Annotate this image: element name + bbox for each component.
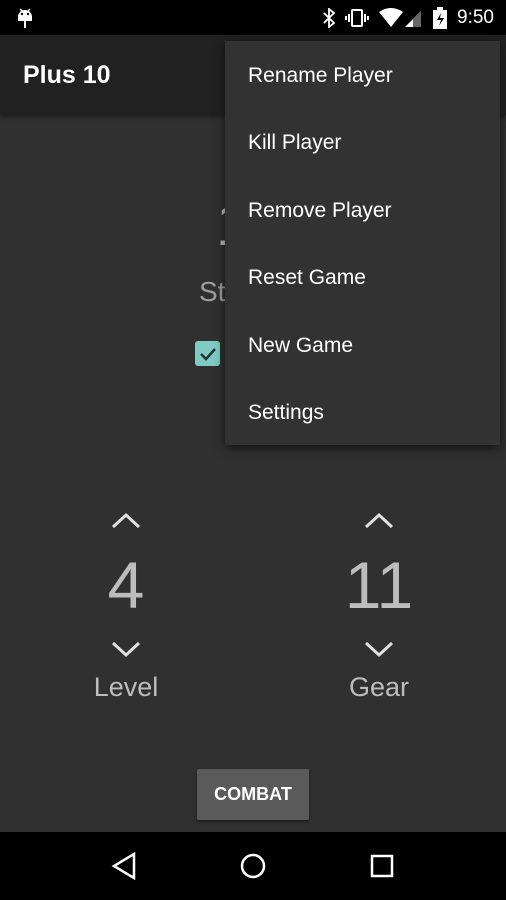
chevron-up-icon xyxy=(111,512,141,529)
gear-down-button[interactable] xyxy=(309,630,449,670)
app-title: Plus 10 xyxy=(23,61,111,89)
home-icon[interactable] xyxy=(239,852,267,880)
player-checkbox[interactable] xyxy=(195,341,220,366)
level-down-button[interactable] xyxy=(56,630,196,670)
back-icon[interactable] xyxy=(111,852,137,880)
menu-item-rename-player[interactable]: Rename Player xyxy=(225,42,500,109)
menu-item-remove-player[interactable]: Remove Player xyxy=(225,177,500,244)
checkmark-icon xyxy=(199,347,216,361)
gear-counter: 11 Gear xyxy=(309,500,449,703)
gear-value: 11 xyxy=(344,548,414,622)
wifi-icon xyxy=(379,7,422,27)
gear-up-button[interactable] xyxy=(309,500,449,540)
bluetooth-icon xyxy=(323,7,336,28)
chevron-up-icon xyxy=(364,512,394,529)
status-bar: 9:50 xyxy=(0,0,506,35)
menu-item-reset-game[interactable]: Reset Game xyxy=(225,244,500,311)
combat-button[interactable]: COMBAT xyxy=(197,769,309,820)
menu-item-new-game[interactable]: New Game xyxy=(225,312,500,379)
level-label: Level xyxy=(93,672,159,702)
chevron-down-icon xyxy=(111,641,141,658)
strength-label: St xyxy=(199,276,226,307)
menu-item-kill-player[interactable]: Kill Player xyxy=(225,109,500,176)
vibrate-icon xyxy=(345,8,370,27)
android-icon xyxy=(18,7,32,28)
overflow-menu: Rename Player Kill Player Remove Player … xyxy=(225,41,500,445)
level-value: 4 xyxy=(107,548,145,622)
battery-charging-icon xyxy=(433,6,448,29)
level-counter: 4 Level xyxy=(56,500,196,703)
menu-item-settings[interactable]: Settings xyxy=(225,379,500,446)
clock: 9:50 xyxy=(457,6,494,28)
recents-icon[interactable] xyxy=(369,853,395,879)
chevron-down-icon xyxy=(364,641,394,658)
level-up-button[interactable] xyxy=(56,500,196,540)
navigation-bar xyxy=(0,832,506,900)
gear-label: Gear xyxy=(348,672,410,702)
